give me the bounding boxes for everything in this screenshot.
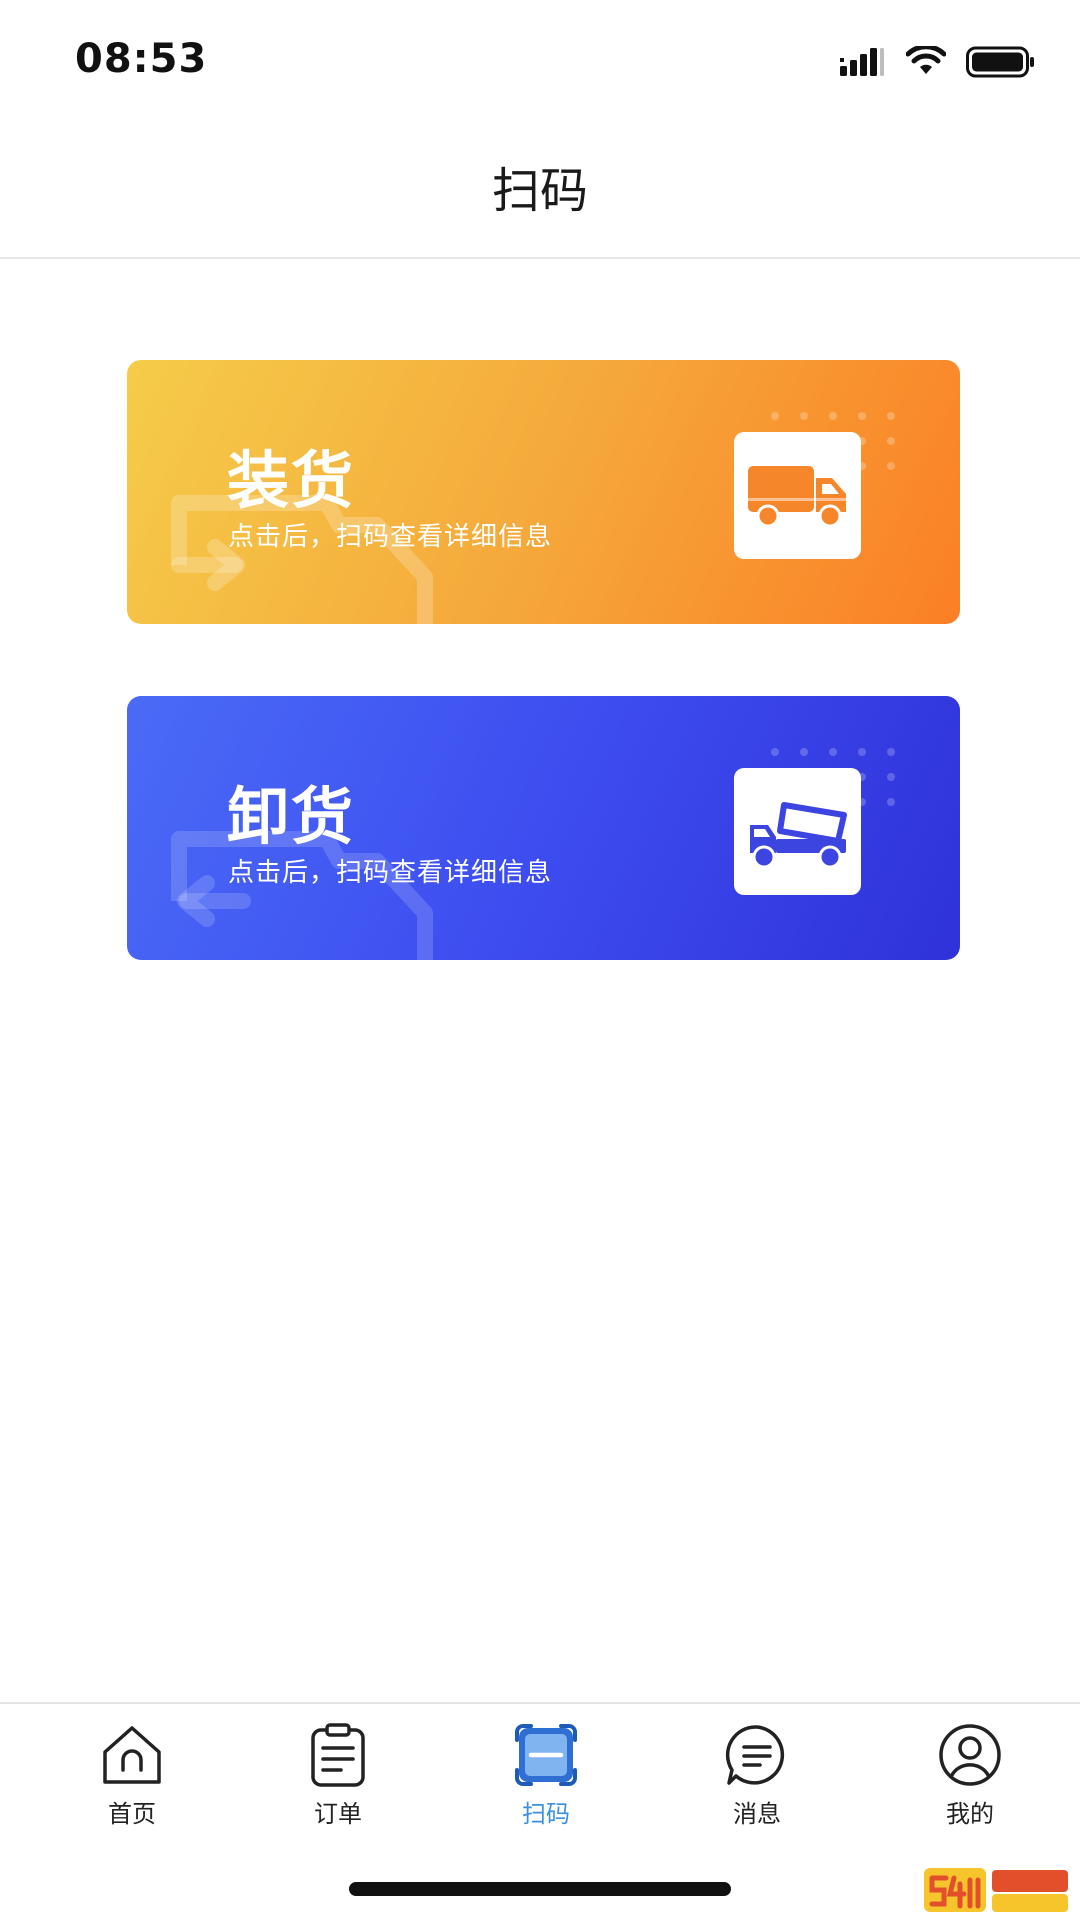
site-watermark-logo [924, 1868, 1068, 1912]
page-title: 扫码 [491, 162, 588, 219]
load-icon-box [734, 432, 861, 559]
unload-goods-card[interactable]: 卸货 点击后，扫码查看详细信息 [127, 696, 960, 960]
tab-profile[interactable]: 我的 [890, 1722, 1050, 1832]
battery-icon [966, 46, 1034, 78]
load-card-subtitle: 点击后，扫码查看详细信息 [228, 522, 553, 552]
unload-icon-box [734, 768, 861, 895]
cellular-signal-icon [840, 48, 884, 76]
status-time: 08:53 [75, 36, 208, 82]
scan-icon [515, 1724, 577, 1786]
clipboard-icon [311, 1723, 365, 1787]
load-goods-card[interactable]: 装货 点击后，扫码查看详细信息 [127, 360, 960, 624]
message-icon [725, 1725, 785, 1785]
tab-messages-label: 消息 [733, 1800, 781, 1828]
tab-messages[interactable]: 消息 [677, 1722, 837, 1832]
wifi-icon [906, 46, 946, 74]
unload-card-title: 卸货 [227, 780, 356, 853]
tab-orders-label: 订单 [314, 1800, 362, 1828]
home-indicator[interactable] [349, 1882, 731, 1896]
load-card-title: 装货 [227, 444, 356, 517]
unload-card-subtitle: 点击后，扫码查看详细信息 [228, 858, 553, 888]
home-icon [103, 1726, 161, 1784]
tab-scan[interactable]: 扫码 [466, 1722, 626, 1832]
nav-bar: 扫码 [0, 120, 1080, 259]
status-bar: 08:53 [0, 0, 1080, 120]
profile-icon [939, 1724, 1001, 1786]
tab-profile-label: 我的 [946, 1800, 994, 1828]
tab-orders[interactable]: 订单 [258, 1722, 418, 1832]
tab-home[interactable]: 首页 [52, 1722, 212, 1832]
tab-home-label: 首页 [108, 1800, 156, 1828]
loading-truck-icon [747, 465, 846, 527]
tab-scan-label: 扫码 [522, 1800, 570, 1828]
status-icons [840, 44, 1036, 80]
dump-truck-icon [749, 801, 847, 868]
scan-screen: 08:53 扫码 装货 点击后，扫码查看详细信息 卸货 点击后，扫码查看详细信息… [0, 0, 1080, 1920]
